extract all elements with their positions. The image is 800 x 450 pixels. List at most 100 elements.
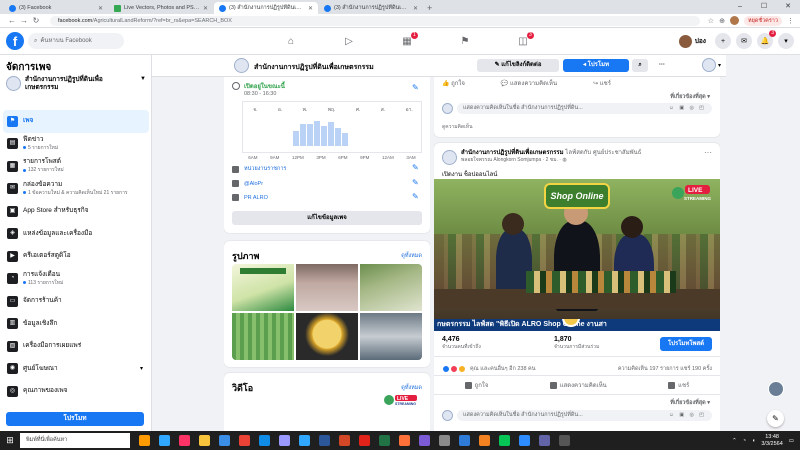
sidebar-item[interactable]: ⚑ เพจ: [3, 110, 149, 133]
taskbar-search[interactable]: พิมพ์ที่นี่เพื่อค้นหา: [20, 433, 130, 448]
profile-chip[interactable]: ปอง: [678, 34, 710, 48]
day-label[interactable]: ส.: [381, 106, 385, 114]
reaction-summary[interactable]: คุณ และคนอื่นๆ อีก 238 คน: [442, 365, 535, 373]
photo-thumbnail[interactable]: [232, 313, 294, 360]
close-tab-icon[interactable]: ✕: [413, 5, 418, 12]
messenger-icon[interactable]: ✉: [736, 33, 752, 49]
notifications-center-icon[interactable]: ▭: [789, 438, 794, 444]
sidebar-item[interactable]: ◔ การแจ้งเตือน 113 รายการใหม่: [3, 268, 149, 291]
post-more-icon[interactable]: ···: [704, 148, 712, 157]
facebook-search-input[interactable]: ⌕ ค้นหาบน Facebook: [28, 33, 124, 49]
promote-button[interactable]: ◂ โปรโมท: [563, 59, 629, 72]
menu-dots-icon[interactable]: ⋮: [787, 17, 794, 25]
like-button[interactable]: 👍 ถูกใจ: [442, 78, 465, 88]
engagement-stat[interactable]: 1,870 จำนวนการมีส่วนร่วม: [554, 336, 599, 351]
category-link[interactable]: หน่วยงานราชการ: [244, 165, 286, 173]
photo-thumbnail[interactable]: [360, 313, 422, 360]
acrobat-icon[interactable]: [354, 431, 374, 450]
close-tab-icon[interactable]: ✕: [98, 5, 103, 12]
sync-paused-badge[interactable]: หยุดชั่วคราว: [743, 15, 782, 26]
view-comments-link[interactable]: ดูความคิดเห็น: [442, 123, 473, 131]
home-nav-icon[interactable]: ⌂: [262, 31, 320, 52]
settings-app-icon[interactable]: [434, 431, 454, 450]
sidebar-item[interactable]: ◎ คุณภาพของเพจ: [3, 380, 149, 403]
browser-tab-active[interactable]: (3) สำนักงานการปฏิรูปที่ดินเพื่อเกษตรกรร…: [214, 2, 318, 14]
edit-page-info-button[interactable]: แก้ไขข้อมูลเพจ: [232, 211, 422, 225]
windows-start-icon[interactable]: ⊞: [0, 435, 20, 446]
page-voice-selector[interactable]: ▾: [702, 58, 721, 72]
firefox-icon[interactable]: [394, 431, 414, 450]
browser-tab[interactable]: (3) Facebook ✕: [4, 2, 108, 14]
day-label[interactable]: อ.: [278, 106, 282, 114]
edit-pencil-icon[interactable]: ✎: [412, 163, 419, 172]
comment-sort-dropdown[interactable]: ที่เกี่ยวข้องที่สุด ▾: [670, 399, 710, 407]
teams-icon[interactable]: [534, 431, 554, 450]
browser-tab[interactable]: Live Vectors, Photos and PSD files✕: [109, 2, 213, 14]
taskbar-clock[interactable]: 13:48 3/3/2564: [761, 434, 782, 448]
sidebar-item[interactable]: ▶ ครีเอเตอร์สตูดิโอ: [3, 245, 149, 268]
gaming-nav-icon[interactable]: ◫ 3: [494, 31, 552, 52]
pages-nav-icon[interactable]: ⚑: [436, 31, 494, 52]
star-icon[interactable]: ☆: [708, 17, 714, 25]
open-hours[interactable]: 08:30 - 16:30: [244, 91, 276, 97]
sidebar-item[interactable]: ◉ ศูนย์โฆษณา ▾: [3, 358, 149, 381]
photo-thumbnail[interactable]: [232, 264, 294, 311]
maximize-icon[interactable]: ☐: [752, 0, 776, 14]
share-button[interactable]: ↪ แชร์: [593, 78, 611, 88]
edit-pencil-icon[interactable]: ✎: [412, 178, 419, 187]
media-icon[interactable]: [414, 431, 434, 450]
page-header-name[interactable]: สำนักงานการปฏิรูปที่ดินเพื่อเกษตรกรรม: [254, 62, 374, 73]
edge-icon[interactable]: [254, 431, 274, 450]
illustrator-icon[interactable]: [134, 431, 154, 450]
sidebar-promote-button[interactable]: โปรโมท: [6, 412, 144, 426]
pr-link[interactable]: PR ALRO: [244, 195, 268, 201]
excel-icon[interactable]: [374, 431, 394, 450]
sidebar-item[interactable]: ▥ ข้อมูลเชิงลึก: [3, 313, 149, 336]
sidebar-item[interactable]: ✉ กล่องข้อความ 1 ข้อความใหม่ & ความคิดเห็น…: [3, 178, 149, 201]
create-menu-icon[interactable]: +: [715, 33, 731, 49]
edit-contact-button[interactable]: ✎ แก้ไขลิงก์ติดต่อ: [477, 59, 559, 72]
twitter-link[interactable]: @AloPr: [244, 181, 263, 187]
mail-icon[interactable]: [454, 431, 474, 450]
new-message-icon[interactable]: ✎: [767, 410, 784, 427]
watch-nav-icon[interactable]: ▷: [320, 31, 378, 52]
extensions-icon[interactable]: ⊕: [719, 17, 725, 25]
comment-emoji-icons[interactable]: ☺ ▣ ◎ ◰: [669, 412, 706, 418]
sidebar-item[interactable]: ◈ แหล่งข้อมูลและเครื่องมือ: [3, 223, 149, 246]
account-menu-icon[interactable]: ▾: [778, 33, 794, 49]
close-tab-icon[interactable]: ✕: [308, 5, 313, 12]
post-author[interactable]: สำนักงานการปฏิรูปที่ดินเพื่อเกษตรกรรม ไล…: [461, 150, 641, 157]
day-label[interactable]: พ.: [303, 106, 308, 114]
close-window-icon[interactable]: ✕: [776, 0, 800, 14]
reload-icon[interactable]: ↻: [30, 16, 42, 25]
file-explorer-icon[interactable]: [194, 431, 214, 450]
store-app-icon[interactable]: [214, 431, 234, 450]
like-button[interactable]: ถูกใจ: [464, 380, 488, 390]
sidebar-item[interactable]: ▭ จัดการร้านค้า: [3, 290, 149, 313]
live-video-player[interactable]: Shop Online LIVE STREAMING กษตรกรรม ไลฟ์…: [434, 179, 720, 331]
sidebar-item[interactable]: ▦ รายการโพสต์ 132 รายการใหม่: [3, 155, 149, 178]
vlc-icon[interactable]: [474, 431, 494, 450]
photoshop-icon[interactable]: [154, 431, 174, 450]
sidebar-item[interactable]: ▣ App Store สำหรับธุรกิจ: [3, 200, 149, 223]
word-icon[interactable]: [314, 431, 334, 450]
notifications-icon[interactable]: 🔔 3: [757, 30, 776, 49]
edit-pencil-icon[interactable]: ✎: [412, 83, 419, 92]
reach-stat[interactable]: 4,476 จำนวนคนที่เข้าถึง: [442, 336, 481, 351]
minimize-icon[interactable]: –: [728, 0, 752, 14]
groups-nav-icon[interactable]: ▦ 1: [378, 31, 436, 52]
network-icon[interactable]: ◔: [743, 438, 746, 444]
photo-thumbnail[interactable]: [296, 313, 358, 360]
zoom-icon[interactable]: [514, 431, 534, 450]
photo-thumbnail[interactable]: [360, 264, 422, 311]
forward-icon[interactable]: →: [18, 16, 30, 25]
comment-share-counts[interactable]: ความคิดเห็น 197 รายการ แชร์ 190 ครั้ง: [618, 365, 712, 373]
url-field[interactable]: facebook.com/AgriculturalLandReform/?ref…: [50, 15, 700, 26]
boost-post-button[interactable]: โปรโมทโพสต์: [660, 337, 712, 351]
comment-sort-dropdown[interactable]: ที่เกี่ยวข้องที่สุด ▾: [670, 93, 710, 101]
share-button[interactable]: แชร์: [668, 380, 689, 390]
browser-tab[interactable]: (3) สำนักงานการปฏิรูปที่ดินเพื่อเกษตรกรร…: [319, 2, 423, 14]
browser-profile-avatar[interactable]: [729, 16, 739, 25]
facebook-logo-icon[interactable]: f: [6, 32, 24, 50]
sidebar-item[interactable]: ▤ ฟีดข่าว 5 รายการใหม่: [3, 133, 149, 156]
